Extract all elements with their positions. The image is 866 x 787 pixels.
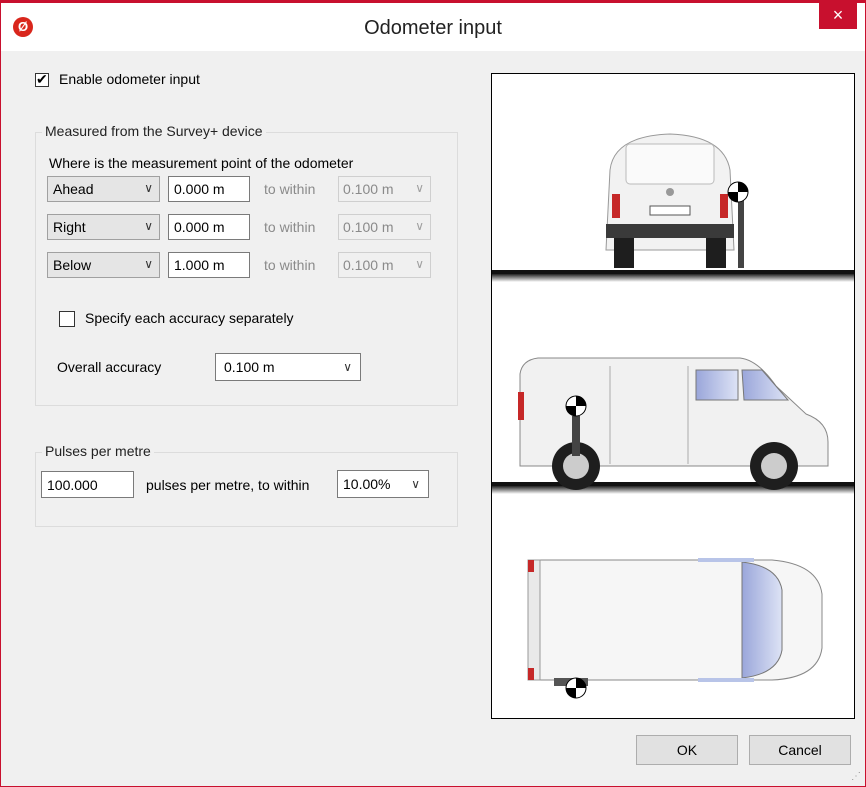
side-view-van [492,357,854,494]
right-offset-input[interactable]: 0.000 m [168,214,250,240]
separate-accuracy-checkbox[interactable] [59,311,75,327]
ahead-offset-input[interactable]: 0.000 m [168,176,250,202]
overall-accuracy-label: Overall accuracy [57,359,162,375]
right-accuracy-value: 0.100 m [343,219,394,235]
below-offset-input[interactable]: 1.000 m [168,252,250,278]
direction-select-value: Ahead [53,181,94,197]
chevron-down-icon: ∨ [343,360,352,374]
vehicle-diagram [492,133,854,699]
ahead-accuracy-select[interactable]: 0.100 m ∨ [338,176,431,202]
pulses-per-metre-label: pulses per metre, to within [146,477,310,493]
pulses-group-legend: Pulses per metre [42,443,154,459]
rear-view-van [492,133,854,282]
chevron-down-icon: ∨ [144,257,153,271]
enable-odometer-checkbox[interactable]: ✔ [35,71,49,87]
ok-button[interactable]: OK [636,735,738,765]
ahead-offset-value: 0.000 m [174,181,225,197]
right-offset-value: 0.000 m [174,219,225,235]
below-offset-value: 1.000 m [174,257,225,273]
separate-accuracy-label: Specify each accuracy separately [85,310,294,326]
direction-select-below[interactable]: Below ∨ [47,252,160,278]
close-button[interactable]: × [819,3,857,29]
measurement-point-question: Where is the measurement point of the od… [49,155,354,171]
checkmark-icon: ✔ [36,71,48,87]
vehicle-diagram-panel [491,73,855,719]
to-within-label: to within [264,257,316,273]
cancel-button[interactable]: Cancel [749,735,851,765]
direction-select-value: Below [53,257,92,273]
title-bar: Ø Odometer input × [1,3,865,51]
direction-select-right[interactable]: Right ∨ [47,214,160,240]
ahead-accuracy-value: 0.100 m [343,181,394,197]
pulses-per-metre-value: 100.000 [47,477,98,493]
resize-grip-icon[interactable]: ⋰ [851,771,861,782]
pulses-per-metre-input[interactable]: 100.000 [41,471,134,498]
dialog-window: Ø Odometer input × ✔ Enable odometer inp… [0,0,866,787]
measured-group-legend: Measured from the Survey+ device [42,123,266,139]
to-within-label: to within [264,219,316,235]
window-title: Odometer input [364,17,502,39]
pulses-tolerance-value: 10.00% [343,476,391,492]
chevron-down-icon: ∨ [415,181,424,195]
direction-select-ahead[interactable]: Ahead ∨ [47,176,160,202]
overall-accuracy-value: 0.100 m [224,359,275,375]
odometer-marker-icon [565,677,587,699]
chevron-down-icon: ∨ [411,477,420,491]
direction-select-value: Right [53,219,86,235]
enable-odometer-label: Enable odometer input [59,71,200,87]
odometer-marker-icon [565,395,587,417]
top-view-van [527,558,823,699]
chevron-down-icon: ∨ [144,181,153,195]
right-accuracy-select[interactable]: 0.100 m ∨ [338,214,431,240]
below-accuracy-value: 0.100 m [343,257,394,273]
chevron-down-icon: ∨ [415,257,424,271]
to-within-label: to within [264,181,316,197]
chevron-down-icon: ∨ [144,219,153,233]
overall-accuracy-select[interactable]: 0.100 m ∨ [215,353,361,381]
below-accuracy-select[interactable]: 0.100 m ∨ [338,252,431,278]
pulses-tolerance-select[interactable]: 10.00% ∨ [337,470,429,498]
odometer-marker-icon [727,181,749,203]
chevron-down-icon: ∨ [415,219,424,233]
